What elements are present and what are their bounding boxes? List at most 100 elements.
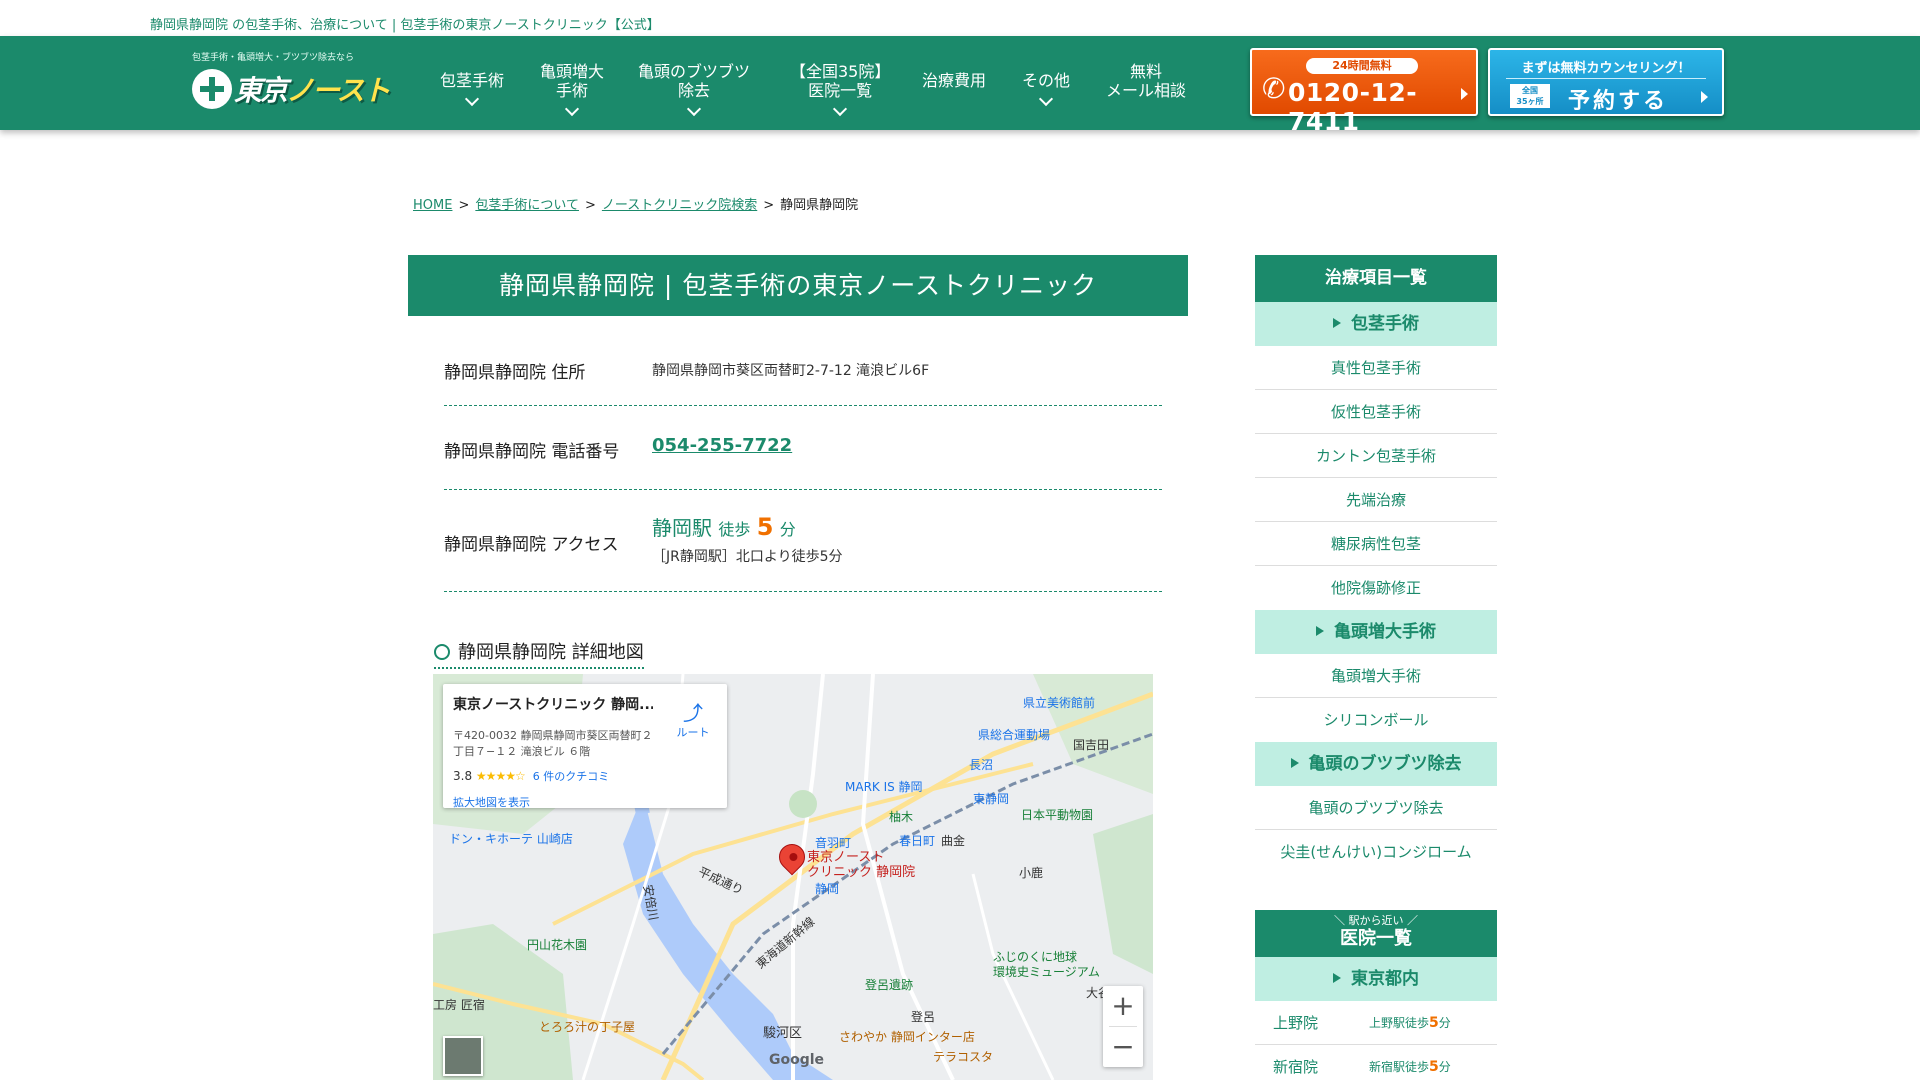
breadcrumb-home[interactable]: HOME [413, 198, 452, 213]
map-label: 小鹿 [1019, 866, 1044, 880]
breadcrumb-sep: > [763, 198, 775, 213]
circle-icon [434, 644, 450, 660]
map-label: 登呂遺跡 [865, 978, 914, 992]
sidebar-link[interactable]: 尖圭(せんけい)コンジローム [1255, 830, 1497, 874]
triangle-right-icon [1333, 318, 1341, 328]
star-rating-icon: ★★★★☆ [475, 769, 526, 783]
reserve-chip: 全国 35ヶ所 [1510, 84, 1550, 108]
map-label: ドン・キホーテ 山崎店 [449, 832, 573, 846]
sidebar-category-butsubutsu[interactable]: 亀頭のブツブツ除去 [1255, 742, 1497, 786]
phone-number: 0120-12-7411 [1288, 78, 1418, 136]
address-label: 静岡県静岡院 住所 [444, 363, 586, 383]
chevron-down-icon [464, 91, 480, 107]
logo-mark: 東京ノースト [192, 69, 391, 109]
nav-label: 無料 メール相談 [1106, 62, 1187, 100]
medical-cross-icon [192, 69, 232, 109]
chevron-down-icon [686, 101, 702, 117]
sidebar-link[interactable]: 他院傷跡修正 [1255, 566, 1497, 610]
phone-row: 静岡県静岡院 電話番号 054-255-7722 [444, 406, 1162, 490]
sidebar-link[interactable]: 亀頭増大手術 [1255, 654, 1497, 698]
map-label: 工房 匠宿 [433, 998, 485, 1012]
zoom-out-button[interactable]: − [1103, 1027, 1143, 1067]
map-rating: 3.8 ★★★★☆ 6 件のクチコミ [453, 768, 609, 784]
access-unit: 分 [779, 520, 796, 539]
phone-link[interactable]: 054-255-7722 [652, 435, 792, 456]
map-label: 春日町 [899, 834, 936, 848]
page-tagline: 静岡県静岡院 の包茎手術、治療について | 包茎手術の東京ノーストクリニック【公… [150, 18, 660, 33]
clinic-access: 新宿駅徒歩5分 [1369, 1059, 1451, 1075]
rating-value: 3.8 [453, 769, 473, 783]
map-label: 柚木 [889, 810, 914, 824]
sidebar-heading: 治療項目一覧 [1255, 255, 1497, 302]
clinic-pin-label: 東京ノースト クリニック 静岡院 [807, 850, 916, 880]
breadcrumb-hokei[interactable]: 包茎手術について [475, 198, 579, 213]
satellite-toggle-button[interactable] [443, 1036, 483, 1076]
route-button[interactable]: ⤴ ルート [671, 702, 715, 740]
map-label: 静岡 [815, 882, 840, 896]
enlarge-map-link[interactable]: 拡大地図を表示 [453, 794, 530, 810]
site-logo[interactable]: 包茎手術・亀頭増大・ブツブツ除去なら 東京ノースト [192, 50, 391, 120]
nav-clinic-list[interactable]: 【全国35院】 医院一覧 [790, 62, 890, 117]
map-label: 曲金 [941, 834, 966, 848]
nav-label: その他 [1022, 71, 1071, 90]
nav-label: 亀頭増大 手術 [540, 62, 605, 100]
sidebar-link[interactable]: 仮性包茎手術 [1255, 390, 1497, 434]
access-row: 静岡県静岡院 アクセス 静岡駅 徒歩 5 分 ［JR静岡駅］北口より徒歩5分 [444, 490, 1162, 592]
map-label: MARK IS 静岡 [845, 780, 923, 794]
divider [1506, 78, 1706, 79]
map-place-address: 〒420-0032 静岡県静岡市葵区両替町２丁目７−１２ 滝浪ビル ６階 [453, 729, 653, 758]
map-label: 駿河区 [763, 1026, 803, 1041]
sidebar-link[interactable]: カントン包茎手術 [1255, 434, 1497, 478]
map-label: 県立美術館前 [1023, 696, 1096, 710]
embedded-map[interactable]: 県立美術館前 県総合運動場 国吉田 長沼 MARK IS 静岡 東静岡 柚木 日… [433, 674, 1153, 1080]
breadcrumb-sep: > [458, 198, 470, 213]
top-strip: 静岡県静岡院 の包茎手術、治療について | 包茎手術の東京ノーストクリニック【公… [0, 0, 1920, 36]
sidebar-link[interactable]: シリコンボール [1255, 698, 1497, 742]
nav-mail-consult[interactable]: 無料 メール相談 [1106, 62, 1186, 100]
breadcrumb-clinic-search[interactable]: ノーストクリニック院検索 [602, 198, 757, 213]
nav-butsubutsu[interactable]: 亀頭のブツブツ 除去 [638, 62, 750, 117]
clinic-region-tokyo[interactable]: 東京都内 [1255, 957, 1497, 1001]
sidebar-link[interactable]: 真性包茎手術 [1255, 346, 1497, 390]
map-label: 県総合運動場 [978, 728, 1051, 742]
map-info-card: 東京ノーストクリニック 静岡... 〒420-0032 静岡県静岡市葵区両替町２… [443, 684, 727, 810]
map-label: ふじのくに地球 環境史ミュージアム [993, 950, 1100, 979]
sidebar-link[interactable]: 先端治療 [1255, 478, 1497, 522]
map-place-name: 東京ノーストクリニック 静岡... [453, 697, 653, 713]
phone-cta-button[interactable]: 24時間無料 ✆ 0120-12-7411 [1250, 48, 1478, 136]
arrow-right-icon [1701, 91, 1708, 103]
sidebar-link[interactable]: 亀頭のブツブツ除去 [1255, 786, 1497, 830]
map-label: 国吉田 [1073, 738, 1110, 752]
access-sub: ［JR静岡駅］北口より徒歩5分 [652, 549, 843, 565]
address-row: 静岡県静岡院 住所 静岡県静岡市葵区両替町2-7-12 滝浪ビル6F [444, 340, 1162, 406]
sidebar-category-kitou[interactable]: 亀頭増大手術 [1255, 610, 1497, 654]
zoom-in-button[interactable]: + [1103, 986, 1143, 1026]
phone-label: 静岡県静岡院 電話番号 [444, 442, 620, 462]
clinic-row-ueno[interactable]: 上野院 上野駅徒歩5分 [1255, 1001, 1497, 1045]
nav-hokei[interactable]: 包茎手術 [440, 62, 504, 107]
map-label: テラコスタ [933, 1050, 994, 1064]
treatment-sidebar: 治療項目一覧 包茎手術 真性包茎手術 仮性包茎手術 カントン包茎手術 先端治療 … [1255, 255, 1497, 874]
clinic-heading-small: ＼ 駅から近い ／ [1334, 914, 1418, 927]
nav-other[interactable]: その他 [1022, 62, 1071, 107]
map-label: 登呂 [911, 1010, 936, 1024]
sidebar-category-hokei[interactable]: 包茎手術 [1255, 302, 1497, 346]
sidebar-link[interactable]: 糖尿病性包茎 [1255, 522, 1497, 566]
breadcrumb-current: 静岡県静岡院 [780, 198, 859, 213]
clinic-heading-big: 医院一覧 [1340, 928, 1412, 949]
map-heading-text: 静岡県静岡院 詳細地図 [458, 642, 644, 663]
directions-icon: ⤴ [683, 701, 703, 725]
chevron-down-icon [1038, 91, 1054, 107]
clinic-access: 上野駅徒歩5分 [1369, 1015, 1451, 1031]
nav-price[interactable]: 治療費用 [922, 62, 986, 90]
clinic-row-shinjuku[interactable]: 新宿院 新宿駅徒歩5分 [1255, 1045, 1497, 1080]
reserve-cta-button[interactable]: まずは無料カウンセリング！ 全国 35ヶ所 予約する [1488, 48, 1724, 116]
phone-badge: 24時間無料 [1306, 58, 1418, 74]
clinic-name: 新宿院 [1273, 1058, 1319, 1076]
access-label: 静岡県静岡院 アクセス [444, 535, 619, 555]
reviews-link[interactable]: 6 件のクチコミ [533, 770, 610, 783]
map-label: さわやか 静岡インター店 [839, 1030, 975, 1044]
nav-kitou[interactable]: 亀頭増大 手術 [540, 62, 605, 117]
access-minutes: 5 [756, 513, 774, 541]
clinic-list-heading: ＼ 駅から近い ／ 医院一覧 [1255, 910, 1497, 957]
